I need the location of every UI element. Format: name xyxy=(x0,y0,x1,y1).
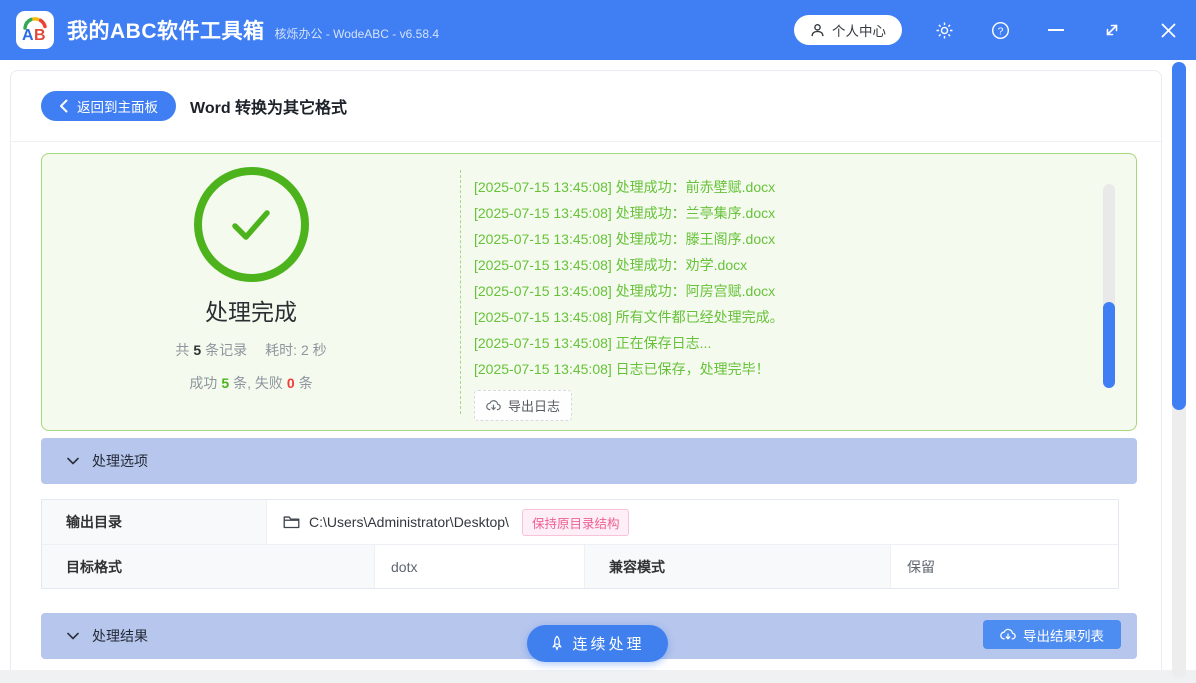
export-log-label: 导出日志 xyxy=(508,399,561,414)
fail-count: 0 xyxy=(286,375,295,391)
target-format-value[interactable]: dotx xyxy=(375,545,585,588)
log-line: [2025-07-15 13:45:08] 处理成功：前赤壁赋.docx xyxy=(474,179,776,195)
results-header-label: 处理结果 xyxy=(92,628,148,644)
svg-text:B: B xyxy=(34,27,46,44)
help-button[interactable]: ? xyxy=(972,0,1028,60)
app-title: 我的ABC软件工具箱 xyxy=(67,20,265,43)
options-header-label: 处理选项 xyxy=(92,453,148,469)
user-center-label: 个人中心 xyxy=(832,24,886,39)
bottom-strip xyxy=(0,670,1196,683)
settings-button[interactable] xyxy=(916,0,972,60)
output-dir-row: 输出目录 C:\Users\Administrator\Desktop\ 保持原… xyxy=(42,500,1118,544)
titlebar-actions: 个人中心 ? xyxy=(794,0,1196,60)
check-circle-icon xyxy=(193,167,309,282)
log-scrollbar-thumb[interactable] xyxy=(1103,302,1115,388)
log-scrollbar[interactable] xyxy=(1103,184,1115,388)
svg-text:A: A xyxy=(22,27,34,44)
close-button[interactable] xyxy=(1140,0,1196,60)
resize-button[interactable] xyxy=(1084,0,1140,60)
user-icon xyxy=(810,23,825,38)
success-count: 5 xyxy=(221,375,230,391)
chevron-down-icon xyxy=(67,457,79,465)
panel-divider xyxy=(460,170,461,414)
options-table: 输出目录 C:\Users\Administrator\Desktop\ 保持原… xyxy=(41,499,1119,589)
log-line: [2025-07-15 13:45:08] 正在保存日志... xyxy=(474,335,712,351)
total-count: 5 xyxy=(193,342,202,358)
page-title: Word 转换为其它格式 xyxy=(190,100,348,117)
stats-success-fail: 成功 5 条, 失败 0 条 xyxy=(189,375,313,391)
folder-icon xyxy=(283,515,300,529)
back-label: 返回到主面板 xyxy=(77,100,158,115)
minimize-button[interactable] xyxy=(1028,0,1084,60)
log-line: [2025-07-15 13:45:08] 所有文件都已经处理完成。 xyxy=(474,309,784,325)
app-subtitle: 核烁办公 - WodeABC - v6.58.4 xyxy=(274,26,440,41)
output-dir-cell[interactable]: C:\Users\Administrator\Desktop\ 保持原目录结构 xyxy=(267,500,1118,544)
elapsed-value: 2 秒 xyxy=(300,342,327,358)
output-dir-label: 输出目录 xyxy=(42,500,267,544)
back-to-main-button[interactable]: 返回到主面板 xyxy=(41,91,176,121)
continue-label: 连续处理 xyxy=(572,636,645,653)
rocket-icon xyxy=(550,635,564,653)
log-line: [2025-07-15 13:45:08] 日志已保存，处理完毕！ xyxy=(474,361,770,377)
export-results-label: 导出结果列表 xyxy=(1023,628,1104,644)
user-center-button[interactable]: 个人中心 xyxy=(794,15,902,45)
download-cloud-icon xyxy=(486,399,501,412)
back-chevron-icon xyxy=(59,99,68,113)
log-line: [2025-07-15 13:45:08] 处理成功：滕王阁序.docx xyxy=(474,231,776,247)
page-scrollbar[interactable] xyxy=(1172,62,1186,678)
app-window: A B 我的ABC软件工具箱 核烁办公 - WodeABC - v6.58.4 … xyxy=(0,0,1196,683)
compat-mode-label: 兼容模式 xyxy=(585,545,891,588)
status-title: 处理完成 xyxy=(205,299,297,325)
log-line: [2025-07-15 13:45:08] 处理成功：劝学.docx xyxy=(474,257,748,273)
continue-process-button[interactable]: 连续处理 xyxy=(527,625,668,662)
log-line: [2025-07-15 13:45:08] 处理成功：阿房宫赋.docx xyxy=(474,283,776,299)
export-results-button[interactable]: 导出结果列表 xyxy=(983,620,1121,649)
log-line: [2025-07-15 13:45:08] 处理成功：兰亭集序.docx xyxy=(474,205,776,221)
target-format-label: 目标格式 xyxy=(42,545,375,588)
output-dir-value: C:\Users\Administrator\Desktop\ xyxy=(309,514,509,530)
page-header: 返回到主面板 Word 转换为其它格式 xyxy=(11,71,1161,142)
svg-text:?: ? xyxy=(997,26,1003,37)
options-section-header[interactable]: 处理选项 xyxy=(41,438,1137,484)
page-scrollbar-thumb[interactable] xyxy=(1172,62,1186,410)
result-panel: 处理完成 共 5 条记录 耗时: 2 秒 成功 5 条, 失败 0 条 [2025-07-15… xyxy=(41,153,1137,431)
result-summary: 处理完成 共 5 条记录 耗时: 2 秒 成功 5 条, 失败 0 条 xyxy=(42,154,460,430)
chevron-down-icon xyxy=(67,632,79,640)
app-logo-icon: A B xyxy=(16,11,54,49)
main-card: 返回到主面板 Word 转换为其它格式 处理完成 共 5 条记录 耗时: 2 秒 成功… xyxy=(10,70,1162,670)
download-cloud-icon xyxy=(1000,628,1016,641)
titlebar: A B 我的ABC软件工具箱 核烁办公 - WodeABC - v6.58.4 … xyxy=(0,0,1196,60)
stats-records: 共 5 条记录 耗时: 2 秒 xyxy=(175,342,327,358)
keep-structure-tag[interactable]: 保持原目录结构 xyxy=(521,508,630,536)
export-log-button[interactable]: 导出日志 xyxy=(474,390,573,421)
log-list: [2025-07-15 13:45:08] 处理成功：前赤壁赋.docx [20… xyxy=(474,174,1066,421)
format-options-row: 目标格式 dotx 兼容模式 保留 xyxy=(42,544,1118,588)
compat-mode-value[interactable]: 保留 xyxy=(891,545,1118,588)
